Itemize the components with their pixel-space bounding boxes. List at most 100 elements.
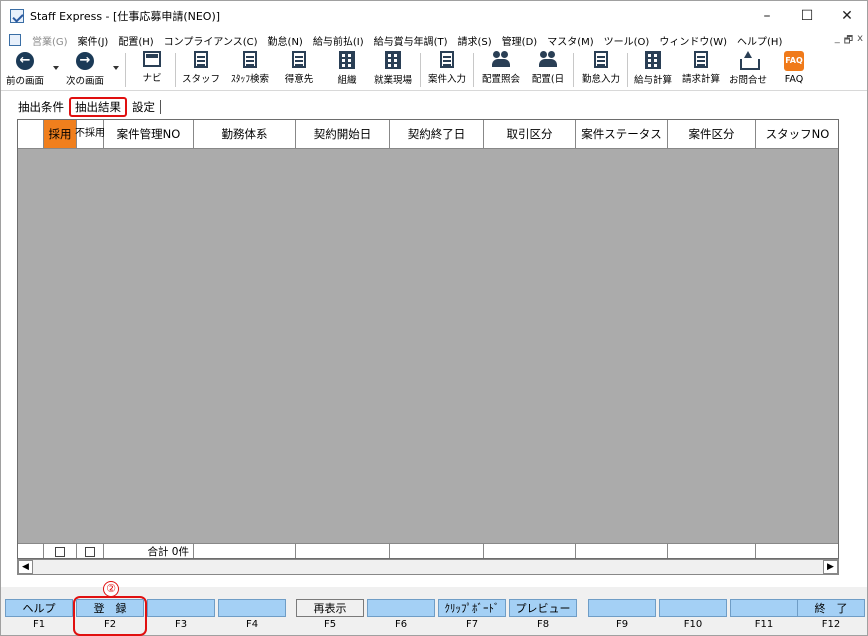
faq-button[interactable]: FAQ FAQ <box>777 51 811 89</box>
minimize-button[interactable]: – <box>747 1 787 31</box>
column-header-case-category[interactable]: 案件区分 <box>668 120 756 149</box>
payroll-calc-button[interactable]: 給与計算 <box>629 51 677 89</box>
menu-payroll[interactable]: 給与賞与年調(T) <box>369 33 453 48</box>
client-button[interactable]: 得意先 <box>277 51 321 89</box>
grid-header: 採用 不採用 案件管理NO 勤務体系 契約開始日 契約終了日 取引区分 案件ステ… <box>18 120 838 149</box>
scroll-right-icon[interactable]: ▶ <box>823 560 838 574</box>
inquiry-icon <box>739 51 760 70</box>
refresh-button[interactable]: 再表示 <box>296 599 364 617</box>
maximize-button[interactable]: ☐ <box>787 1 827 31</box>
document-icon[interactable] <box>9 34 21 46</box>
column-header-contract-end[interactable]: 契約終了日 <box>390 120 484 149</box>
column-header-case-no[interactable]: 案件管理NO <box>104 120 194 149</box>
app-window: Staff Express - [仕事応募申請(NEO)] – ☐ ✕ 営業(G… <box>0 0 868 636</box>
placement-day-button[interactable]: 配置(日 <box>527 51 569 89</box>
back-button[interactable]: ← 前の画面 <box>3 51 47 89</box>
menu-placement[interactable]: 配置(H) <box>113 33 158 48</box>
staff-button[interactable]: スタッフ <box>179 51 223 89</box>
column-header-contract-start[interactable]: 契約開始日 <box>296 120 390 149</box>
f11-key[interactable]: F11 <box>730 599 798 633</box>
menu-advance-pay[interactable]: 給与前払(I) <box>308 33 369 48</box>
f4-key[interactable]: F4 <box>218 599 286 633</box>
f10-key[interactable]: F10 <box>659 599 727 633</box>
f3-button[interactable] <box>147 599 215 617</box>
help-button[interactable]: ヘルプ <box>5 599 73 617</box>
column-header-reject[interactable]: 不採用 <box>75 120 105 149</box>
tab-strip: 抽出条件 抽出結果 設定 <box>15 97 163 117</box>
column-header-case-status[interactable]: 案件ステータス <box>576 120 668 149</box>
worksite-button[interactable]: 就業現場 <box>369 51 417 89</box>
scroll-thumb[interactable] <box>34 561 814 573</box>
clipboard-button[interactable]: ｸﾘｯﾌﾟﾎﾞｰﾄﾞ <box>438 599 506 617</box>
navi-icon <box>143 51 161 67</box>
f9-key[interactable]: F9 <box>588 599 656 633</box>
f5-key[interactable]: 再表示 F5 <box>296 599 364 633</box>
column-header-transaction-type[interactable]: 取引区分 <box>484 120 576 149</box>
toolbar-separator <box>627 53 628 87</box>
f8-key[interactable]: プレビュー F8 <box>509 599 577 633</box>
f4-button[interactable] <box>218 599 286 617</box>
menu-admin[interactable]: 管理(D) <box>497 33 543 48</box>
f3-key[interactable]: F3 <box>147 599 215 633</box>
staff-search-icon <box>243 51 257 68</box>
f11-label: F11 <box>754 619 774 630</box>
close-button[interactable]: ✕ <box>827 1 867 31</box>
case-entry-icon <box>440 51 454 68</box>
navi-button[interactable]: ナビ <box>135 51 169 89</box>
preview-button[interactable]: プレビュー <box>509 599 577 617</box>
exit-button[interactable]: 終 了 <box>797 599 865 617</box>
f6-button[interactable] <box>367 599 435 617</box>
inquiry-button[interactable]: お問合せ <box>725 51 771 89</box>
f6-key[interactable]: F6 <box>367 599 435 633</box>
f2-key[interactable]: 登 録 F2 <box>73 596 147 636</box>
menu-sales[interactable]: 営業(G) <box>27 33 73 48</box>
organization-button[interactable]: 組織 <box>327 51 367 89</box>
f10-button[interactable] <box>659 599 727 617</box>
f7-key[interactable]: ｸﾘｯﾌﾟﾎﾞｰﾄﾞ F7 <box>438 599 506 633</box>
f1-key[interactable]: ヘルプ F1 <box>5 599 73 633</box>
f11-button[interactable] <box>730 599 798 617</box>
tab-settings[interactable]: 設定 <box>129 99 158 115</box>
menu-attendance[interactable]: 勤怠(N) <box>263 33 308 48</box>
placement-day-label: 配置(日 <box>531 74 565 85</box>
arrow-left-icon: ← <box>16 52 34 70</box>
staff-search-button[interactable]: ｽﾀｯﾌ検索 <box>225 51 275 89</box>
footer-total: 合計 0件 <box>104 544 194 558</box>
column-header-work-type[interactable]: 勤務体系 <box>194 120 296 149</box>
attendance-entry-button[interactable]: 勤怠入力 <box>577 51 625 89</box>
toolbar-separator <box>420 53 421 87</box>
column-header-adopt[interactable]: 採用 <box>44 120 77 149</box>
adopt-all-checkbox[interactable] <box>55 546 65 557</box>
scroll-left-icon[interactable]: ◀ <box>18 560 33 574</box>
menu-window[interactable]: ウィンドウ(W) <box>654 33 732 48</box>
mdi-minimize-button[interactable]: _ <box>835 33 840 50</box>
menu-case[interactable]: 案件(J) <box>73 33 114 48</box>
billing-calc-button[interactable]: 請求計算 <box>677 51 725 89</box>
mdi-controls: _ 🗗 x <box>835 33 863 50</box>
billing-calc-icon <box>694 51 708 68</box>
column-header-staff-no[interactable]: スタッフNO <box>756 120 838 149</box>
mdi-close-button[interactable]: x <box>857 33 863 50</box>
footer-cell <box>668 544 756 558</box>
register-button[interactable]: 登 録 <box>76 599 144 617</box>
grid-footer: 合計 0件 <box>18 543 838 558</box>
tab-extract-results[interactable]: 抽出結果 <box>69 97 127 117</box>
menu-master[interactable]: マスタ(M) <box>542 33 598 48</box>
reject-all-checkbox[interactable] <box>85 546 95 557</box>
tab-extract-conditions[interactable]: 抽出条件 <box>15 99 67 115</box>
f9-button[interactable] <box>588 599 656 617</box>
case-entry-button[interactable]: 案件入力 <box>423 51 471 89</box>
forward-dropdown-icon[interactable] <box>113 66 119 70</box>
menu-tools[interactable]: ツール(O) <box>599 33 655 48</box>
placement-inquiry-button[interactable]: 配置照会 <box>477 51 525 89</box>
results-grid[interactable]: 採用 不採用 案件管理NO 勤務体系 契約開始日 契約終了日 取引区分 案件ステ… <box>17 119 839 559</box>
placement-inquiry-icon <box>492 51 510 68</box>
back-dropdown-icon[interactable] <box>53 66 59 70</box>
menu-help[interactable]: ヘルプ(H) <box>732 33 787 48</box>
forward-button[interactable]: → 次の画面 <box>61 51 109 89</box>
horizontal-scrollbar[interactable]: ◀ ▶ <box>17 559 839 575</box>
menu-billing[interactable]: 請求(S) <box>453 33 497 48</box>
menu-compliance[interactable]: コンプライアンス(C) <box>159 33 263 48</box>
f12-key[interactable]: 終 了 F12 <box>797 599 865 633</box>
mdi-restore-button[interactable]: 🗗 <box>844 33 853 50</box>
